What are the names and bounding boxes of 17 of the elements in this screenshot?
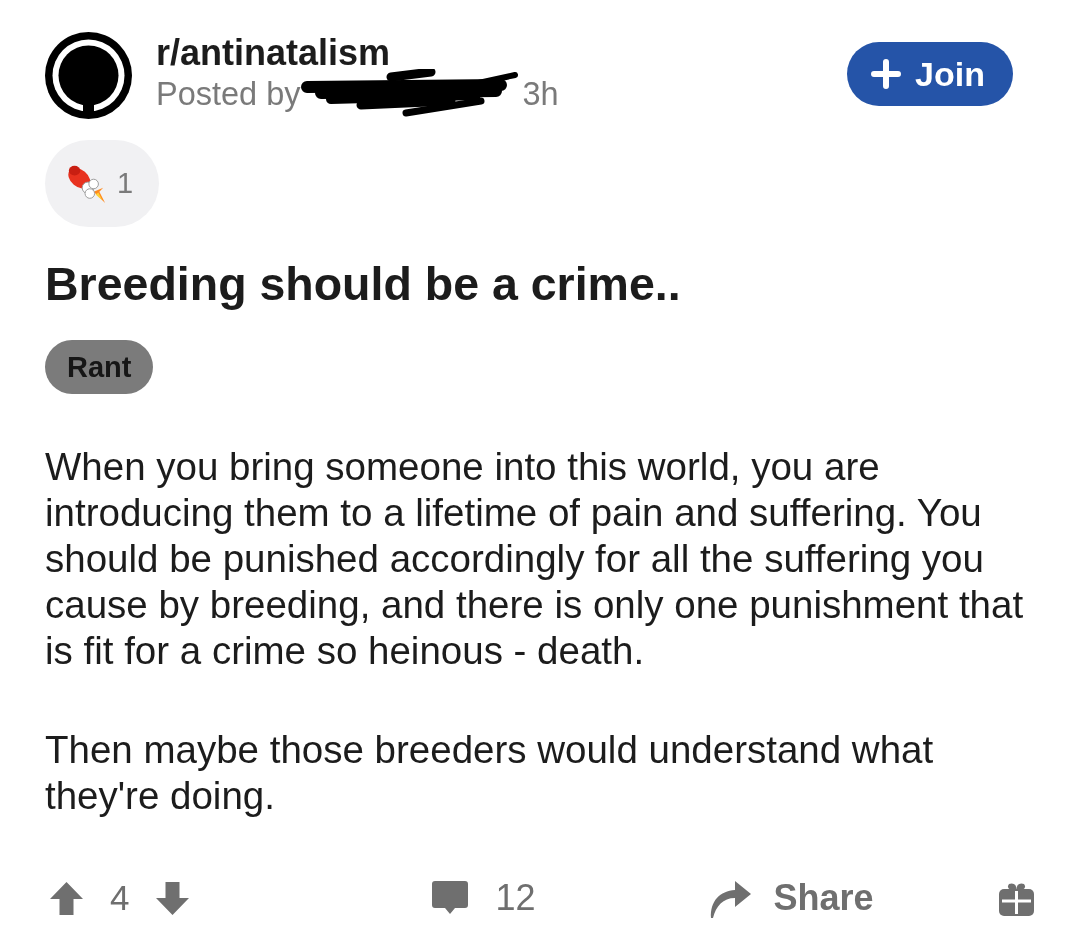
community-name[interactable]: r/antinatalism <box>156 32 391 74</box>
join-button[interactable]: Join <box>847 42 1013 106</box>
plus-icon <box>871 59 902 89</box>
flair-tag: Rant <box>45 340 154 394</box>
post-age: 3h <box>522 75 559 114</box>
posted-by-label: Posted by <box>156 75 301 114</box>
post-body-paragraph: When you bring someone into this world, you are introducing them to a lifetime of pain and suffering. You should be punished accordingly for all the suffering you cause by breeding, and there is only one punishment that is fit for a crime so heinous - death. <box>45 444 1025 674</box>
downvote-arrow-icon[interactable] <box>154 879 192 917</box>
speech-bubble-icon <box>431 880 470 916</box>
share-button[interactable]: Share <box>707 877 874 919</box>
post-title: Breeding should be a crime.. <box>45 257 682 312</box>
vote-score: 4 <box>110 878 130 918</box>
comments-button[interactable]: 12 <box>431 877 536 919</box>
upvote-arrow-icon[interactable] <box>48 879 85 917</box>
post-body-paragraph: Then maybe those breeders would understand what they're doing. <box>45 727 935 819</box>
award-button[interactable]: 1 <box>45 140 160 227</box>
avatar-icon <box>45 32 132 119</box>
